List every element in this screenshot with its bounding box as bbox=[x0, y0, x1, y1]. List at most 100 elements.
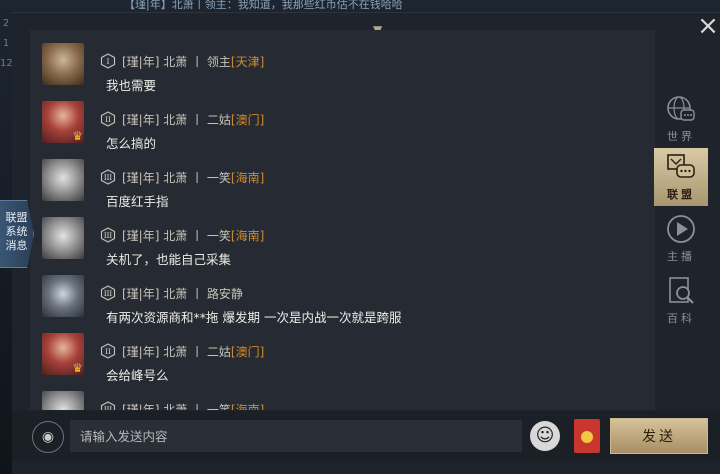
channel-tab-encyclopedia[interactable]: 百科 bbox=[654, 272, 708, 330]
rank-label: II bbox=[105, 116, 111, 124]
avatar[interactable] bbox=[42, 43, 84, 85]
message-text: 怎么搞的 bbox=[106, 136, 157, 151]
sender-line[interactable]: [瑾|年] 北萧 丨 路安静 bbox=[122, 287, 243, 301]
background-digit: 1 bbox=[2, 38, 10, 49]
voice-icon: ◉ bbox=[41, 429, 55, 445]
background-digit: 12 bbox=[0, 58, 13, 69]
sender-line[interactable]: [瑾|年] 北萧 丨 领主[天津] bbox=[122, 55, 264, 69]
close-icon: × bbox=[697, 11, 719, 41]
sender-name: 北萧 bbox=[163, 287, 188, 301]
sender-guild: [瑾|年] bbox=[122, 287, 160, 301]
sender-name: 北萧 bbox=[163, 345, 188, 359]
separator: 丨 bbox=[187, 171, 207, 185]
rank-label: III bbox=[104, 406, 113, 410]
chat-message[interactable]: III [瑾|年] 北萧 丨 一笑[海南] 百度红手指 bbox=[30, 156, 655, 214]
sender-title: 二姑 bbox=[206, 113, 231, 127]
chat-message[interactable]: III [瑾|年] 北萧 丨 一笑[海南] bbox=[30, 388, 655, 410]
sender-region: [澳门] bbox=[230, 345, 265, 359]
sender-region: [海南] bbox=[230, 403, 265, 410]
chat-message[interactable]: III [瑾|年] 北萧 丨 路安静有两次资源商和**拖 爆发期 一次是内战一次就… bbox=[30, 272, 655, 330]
chat-message[interactable]: I [瑾|年] 北萧 丨 领主[天津] 我也需要 bbox=[30, 40, 655, 98]
encyclopedia-icon bbox=[669, 277, 694, 304]
sender-name: 北萧 bbox=[163, 55, 188, 69]
sender-region: [天津] bbox=[230, 55, 265, 69]
sender-line[interactable]: [瑾|年] 北萧 丨 二姑[澳门] bbox=[122, 345, 264, 359]
separator: 丨 bbox=[187, 113, 207, 127]
channel-tab-alliance[interactable]: 联盟 bbox=[654, 148, 708, 206]
chat-message[interactable]: ♛ II [瑾|年] 北萧 丨 二姑[澳门] 会给峰号么 bbox=[30, 330, 655, 388]
rank-badge-icon: I bbox=[100, 53, 116, 69]
rank-badge-icon: III bbox=[100, 401, 116, 410]
message-list[interactable]: I [瑾|年] 北萧 丨 领主[天津] 我也需要 ♛ II [瑾|年] 北萧 丨 二姑[澳… bbox=[30, 30, 655, 410]
rank-badge-icon: II bbox=[100, 111, 116, 127]
separator: 丨 bbox=[187, 55, 207, 69]
avatar[interactable] bbox=[42, 159, 84, 201]
voice-button[interactable]: ◉ bbox=[32, 421, 64, 453]
sender-line[interactable]: [瑾|年] 北萧 丨 一笑[海南] bbox=[122, 171, 264, 185]
sender-title: 一笑 bbox=[206, 171, 231, 185]
sender-guild: [瑾|年] bbox=[122, 113, 160, 127]
rank-label: III bbox=[104, 232, 113, 240]
channel-tab-streamer[interactable]: 主播 bbox=[654, 210, 708, 268]
separator: 丨 bbox=[187, 403, 207, 410]
alliance-system-message-tab[interactable]: 联盟 系统 消息 bbox=[0, 200, 34, 268]
crown-icon: ♛ bbox=[72, 129, 83, 143]
side-tab-label: 联盟 bbox=[5, 211, 28, 224]
rank-badge-icon: III bbox=[100, 285, 116, 301]
sender-title: 领主 bbox=[206, 55, 231, 69]
avatar[interactable] bbox=[42, 275, 84, 317]
side-tab-label: 消息 bbox=[5, 239, 28, 252]
sender-title: 一笑 bbox=[206, 403, 231, 410]
sender-title: 路安静 bbox=[206, 287, 243, 301]
sender-name: 北萧 bbox=[163, 229, 188, 243]
crown-icon: ♛ bbox=[72, 361, 83, 375]
side-tab-label: 系统 bbox=[5, 225, 28, 238]
rank-badge-icon: III bbox=[100, 169, 116, 185]
sender-title: 二姑 bbox=[206, 345, 231, 359]
sender-line[interactable]: [瑾|年] 北萧 丨 一笑[海南] bbox=[122, 403, 264, 410]
sender-guild: [瑾|年] bbox=[122, 229, 160, 243]
red-packet-button[interactable] bbox=[574, 419, 600, 453]
avatar[interactable]: ♛ bbox=[42, 101, 84, 143]
message-text: 百度红手指 bbox=[106, 194, 169, 209]
avatar[interactable] bbox=[42, 217, 84, 259]
sender-guild: [瑾|年] bbox=[122, 403, 160, 410]
red-packet-icon bbox=[581, 431, 593, 443]
sender-guild: [瑾|年] bbox=[122, 345, 160, 359]
message-text: 会给峰号么 bbox=[106, 368, 169, 383]
emoji-icon: ☺ bbox=[535, 425, 555, 446]
sender-name: 北萧 bbox=[163, 403, 188, 410]
rank-label: III bbox=[104, 290, 113, 298]
message-text: 关机了，也能自己采集 bbox=[106, 252, 232, 267]
world-icon bbox=[667, 96, 695, 121]
background-left-edge: 2 1 12 bbox=[0, 14, 13, 94]
sender-line[interactable]: [瑾|年] 北萧 丨 二姑[澳门] bbox=[122, 113, 264, 127]
chat-message[interactable]: III [瑾|年] 北萧 丨 一笑[海南] 关机了，也能自己采集 bbox=[30, 214, 655, 272]
emoji-button[interactable]: ☺ bbox=[530, 421, 560, 451]
message-text: 我也需要 bbox=[106, 78, 157, 93]
chat-message[interactable]: ♛ II [瑾|年] 北萧 丨 二姑[澳门] 怎么搞的 bbox=[30, 98, 655, 156]
channel-tab-world[interactable]: 世界 bbox=[654, 90, 708, 148]
close-button[interactable]: × bbox=[696, 11, 720, 41]
sender-title: 一笑 bbox=[206, 229, 231, 243]
channel-tab-label: 世界 bbox=[667, 130, 695, 143]
channel-tab-label: 主播 bbox=[667, 250, 695, 263]
channel-tab-label: 联盟 bbox=[667, 188, 695, 201]
sender-guild: [瑾|年] bbox=[122, 171, 160, 185]
message-input[interactable] bbox=[70, 420, 522, 452]
rank-label: II bbox=[105, 348, 111, 356]
avatar[interactable] bbox=[42, 391, 84, 410]
sender-line[interactable]: [瑾|年] 北萧 丨 一笑[海南] bbox=[122, 229, 264, 243]
sender-region: [海南] bbox=[230, 229, 265, 243]
background-digit: 2 bbox=[2, 18, 10, 29]
channel-rail: 世界 联盟 主播 百科 bbox=[654, 90, 708, 350]
sender-guild: [瑾|年] bbox=[122, 55, 160, 69]
send-button[interactable]: 发送 bbox=[610, 418, 708, 454]
avatar[interactable]: ♛ bbox=[42, 333, 84, 375]
play-icon bbox=[667, 215, 695, 243]
sender-region: [澳门] bbox=[230, 113, 265, 127]
chat-input-bar: ◉ ☺ 发送 bbox=[12, 411, 720, 461]
message-text: 有两次资源商和**拖 爆发期 一次是内战一次就是跨服 bbox=[106, 310, 402, 325]
rank-badge-icon: III bbox=[100, 227, 116, 243]
channel-tab-label: 百科 bbox=[667, 312, 695, 325]
